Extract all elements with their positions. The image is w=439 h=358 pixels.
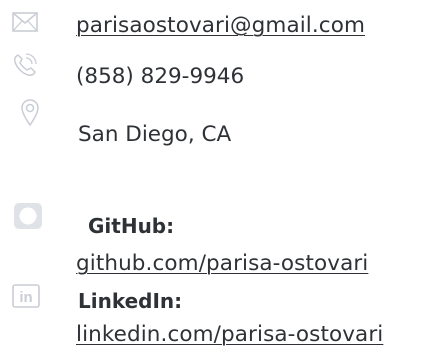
map-pin-icon — [20, 98, 40, 132]
github-icon — [14, 203, 42, 233]
github-label: GitHub: — [88, 214, 175, 238]
linkedin-icon: in — [12, 284, 40, 312]
email-link[interactable]: parisaostovari@gmail.com — [76, 13, 365, 38]
svg-text:in: in — [19, 289, 32, 306]
envelope-icon — [12, 12, 38, 36]
github-link[interactable]: github.com/parisa-ostovari — [76, 251, 368, 276]
phone-icon — [12, 52, 38, 82]
linkedin-label: LinkedIn: — [78, 289, 183, 313]
phone-number: (858) 829-9946 — [76, 64, 245, 89]
linkedin-link[interactable]: linkedin.com/parisa-ostovari — [76, 322, 383, 347]
location-text: San Diego, CA — [78, 122, 232, 147]
